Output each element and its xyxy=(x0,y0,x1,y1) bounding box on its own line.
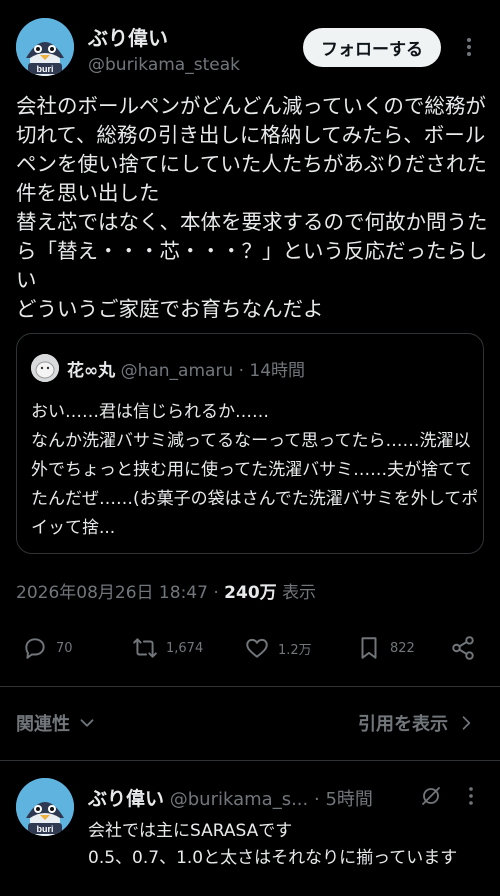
reply-author-avatar[interactable]: buri xyxy=(16,778,74,836)
view-count: 240万 xyxy=(224,583,277,603)
reply-separator: · xyxy=(313,789,320,810)
view-quotes-link[interactable]: 引用を表示 xyxy=(358,710,476,736)
tweet-text: 会社のボールペンがどんどん減っていくので総務が切れて、総務の引き出しに格納してみ… xyxy=(16,94,488,321)
bookmark-button[interactable]: 822 xyxy=(356,628,415,668)
quote-time[interactable]: 14時間 xyxy=(249,361,305,381)
like-button[interactable]: 1.2万 xyxy=(244,628,312,668)
sort-label: 関連性 xyxy=(16,714,70,735)
reply-text: 会社では主にSARASAです 0.5、0.7、1.0と太さはそれなりに揃っていま… xyxy=(88,821,458,868)
view-quotes-label: 引用を表示 xyxy=(358,714,448,735)
reply-icon xyxy=(25,638,45,659)
chevron-down-icon xyxy=(80,719,94,727)
quote-separator: · xyxy=(238,361,245,381)
meta-separator: · xyxy=(213,583,219,603)
quote-author-name[interactable]: 花∞丸 xyxy=(67,361,115,381)
reply-header: ぶり偉い @burikama_s... · 5時間 xyxy=(88,784,373,811)
quote-header: 花∞丸 @han_amaru · 14時間 xyxy=(67,356,305,381)
reply-time[interactable]: 5時間 xyxy=(325,789,372,810)
quote-text: おい……君は信じられるか…… なんか洗濯バサミ減ってるなーって思ってたら……洗濯… xyxy=(31,402,479,538)
action-bar: 70 1,674 1.2万 822 xyxy=(0,628,500,668)
more-options-icon[interactable] xyxy=(463,36,475,58)
share-icon xyxy=(452,636,474,660)
heart-icon xyxy=(246,638,268,658)
repost-icon xyxy=(133,638,157,658)
quote-avatar[interactable] xyxy=(31,354,59,382)
reply-button[interactable]: 70 xyxy=(22,628,73,668)
bookmark-count: 822 xyxy=(390,640,415,656)
reply-author-handle[interactable]: @burikama_s... xyxy=(170,789,308,810)
author-avatar[interactable]: buri xyxy=(16,18,74,76)
divider xyxy=(0,686,500,687)
follow-button[interactable]: フォローする xyxy=(303,28,441,67)
more-options-icon[interactable] xyxy=(466,786,476,806)
repost-count: 1,674 xyxy=(166,640,204,656)
like-count: 1.2万 xyxy=(278,642,312,658)
reply-author-name[interactable]: ぶり偉い xyxy=(88,788,164,810)
sort-relevance-dropdown[interactable]: 関連性 xyxy=(16,710,98,736)
author-handle[interactable]: @burikama_steak xyxy=(88,55,240,75)
view-label: 表示 xyxy=(282,583,317,603)
tweet-timestamp[interactable]: 2026年08月26日 18:47 xyxy=(16,583,208,603)
grok-icon[interactable] xyxy=(419,784,443,808)
author-name[interactable]: ぶり偉い xyxy=(88,22,168,51)
share-button[interactable] xyxy=(450,628,476,668)
reply-count: 70 xyxy=(56,640,73,656)
chevron-right-icon xyxy=(462,716,471,730)
bookmark-icon xyxy=(361,637,377,659)
tweet-meta: 2026年08月26日 18:47 · 240万 表示 xyxy=(16,578,316,603)
quote-author-handle[interactable]: @han_amaru xyxy=(121,361,234,381)
avatar-label: buri xyxy=(37,824,54,834)
repost-button[interactable]: 1,674 xyxy=(132,628,203,668)
avatar-label: buri xyxy=(37,64,54,74)
quoted-tweet[interactable]: 花∞丸 @han_amaru · 14時間 おい……君は信じられるか…… なんか… xyxy=(16,333,484,554)
divider xyxy=(0,760,500,761)
